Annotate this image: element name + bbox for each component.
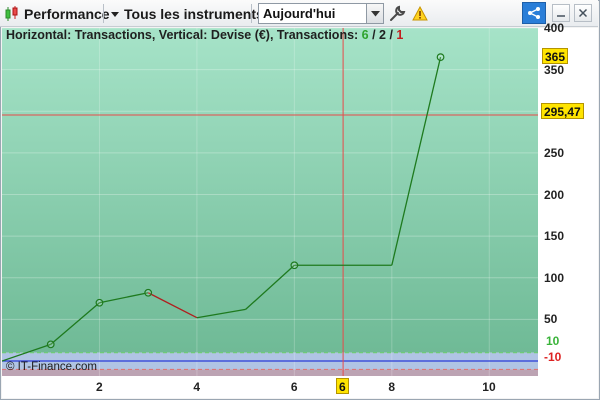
close-button[interactable] <box>574 4 592 22</box>
current-value-badge: 365 <box>542 48 569 64</box>
data-point <box>144 288 153 297</box>
x-tick-label: 8 <box>388 380 395 394</box>
lower-band-label: -10 <box>541 348 565 364</box>
toolbar: Performance Tous les instruments Aujourd… <box>0 0 598 27</box>
settings-button[interactable] <box>386 3 408 24</box>
period-dropdown-button[interactable] <box>366 4 383 23</box>
neutral-count: 2 <box>379 28 386 42</box>
share-button[interactable] <box>522 2 546 24</box>
close-icon <box>578 8 588 18</box>
x-tick-label: 10 <box>482 380 496 394</box>
data-point <box>436 53 445 62</box>
performance-menu[interactable]: Performance <box>3 3 110 24</box>
toolbar-separator <box>103 4 104 23</box>
chevron-down-icon <box>370 10 380 16</box>
data-point <box>46 340 55 349</box>
cursor-value-badge: 295,47 <box>541 103 584 119</box>
x-tick-label: 2 <box>95 380 103 394</box>
chart-plot-area[interactable] <box>1 27 538 376</box>
legend-separator: / <box>368 28 380 42</box>
warning-button[interactable] <box>409 3 431 24</box>
y-tick-label: 150 <box>544 229 565 244</box>
toolbar-separator <box>251 4 252 23</box>
y-tick-label: 250 <box>544 145 565 160</box>
period-value: Aujourd'hui <box>263 6 336 21</box>
data-point <box>95 298 104 307</box>
x-tick-label: 6 <box>290 380 298 394</box>
performance-label: Performance <box>24 5 110 22</box>
caret-down-icon <box>111 11 119 17</box>
losing-count: 1 <box>396 28 404 42</box>
y-axis: 50100150200250300350400 <box>538 21 598 376</box>
warning-icon <box>412 6 428 21</box>
axis-corner <box>538 376 598 398</box>
wrench-icon <box>390 5 406 21</box>
candlestick-icon <box>5 5 18 21</box>
cursor-x-badge: 6 <box>336 378 349 394</box>
plot-background <box>2 28 538 353</box>
y-tick-label: 400 <box>544 21 565 35</box>
legend-prefix: Horizontal: Transactions, Vertical: Devi… <box>6 28 362 42</box>
upper-band-label: 10 <box>543 332 563 348</box>
legend-separator: / <box>386 28 397 42</box>
x-axis: 2 4 6 8 10 <box>2 376 538 398</box>
data-point <box>290 261 299 270</box>
instruments-menu[interactable]: Tous les instruments <box>110 3 264 24</box>
y-tick-label: 100 <box>544 270 565 285</box>
chart-legend: Horizontal: Transactions, Vertical: Devi… <box>6 28 403 42</box>
x-tick-label: 4 <box>193 380 201 394</box>
performance-chart <box>1 27 538 376</box>
winning-count: 6 <box>361 28 369 42</box>
y-tick-label: 50 <box>544 312 558 327</box>
minimize-button[interactable] <box>552 4 570 22</box>
y-tick-label: 200 <box>544 187 565 202</box>
instruments-label: Tous les instruments <box>124 5 264 22</box>
period-select[interactable]: Aujourd'hui <box>258 3 384 24</box>
share-icon <box>528 7 540 19</box>
minimize-icon <box>557 15 565 17</box>
watermark: © IT-Finance.com <box>6 361 97 373</box>
